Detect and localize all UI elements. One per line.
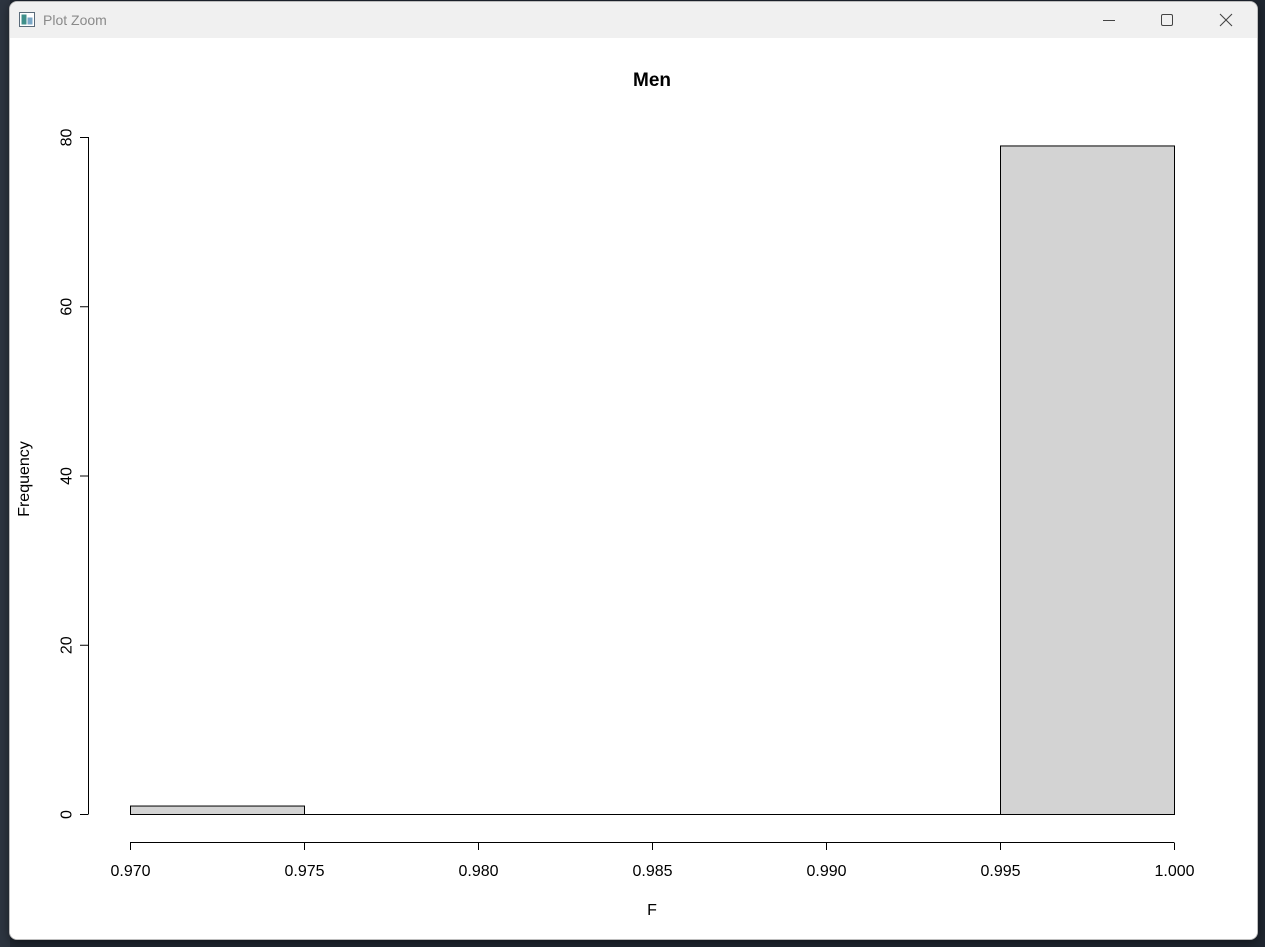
- title-bar[interactable]: Plot Zoom: [10, 2, 1257, 38]
- x-tick-label: 1.000: [1154, 863, 1194, 880]
- x-tick-label: 0.995: [980, 863, 1020, 880]
- chart-title: Men: [633, 70, 671, 91]
- y-axis: 0 20 40 60 80: [59, 129, 89, 819]
- histogram-chart: Men 020406080 0.970 0.975 0.980 0.985 0.990 0…: [16, 70, 1195, 919]
- minimize-button[interactable]: [1080, 2, 1138, 38]
- histogram-bar: [1000, 145, 1175, 815]
- close-button[interactable]: [1197, 2, 1255, 38]
- plot-zoom-window: Plot Zoom Men 0 20 40 60 80 0.970 0.975 0.980 0…: [9, 1, 1258, 940]
- x-axis: 0.970 0.975 0.980 0.985 0.990 0.995 1.000: [110, 842, 1195, 880]
- x-axis-label: F: [647, 902, 657, 919]
- x-tick-label: 0.975: [284, 863, 324, 880]
- y-tick-label: 40: [59, 467, 76, 485]
- plot-zoom-icon: [19, 12, 35, 27]
- maximize-button[interactable]: [1138, 2, 1196, 38]
- maximize-icon: [1161, 14, 1173, 26]
- x-tick-label: 0.970: [110, 863, 150, 880]
- y-tick-label: 80: [59, 129, 76, 147]
- y-tick-label: 0: [59, 810, 76, 819]
- histogram-bar: [130, 805, 305, 815]
- x-tick-label: 0.990: [806, 863, 846, 880]
- bars-layer: [130, 145, 1175, 815]
- close-icon: [1219, 13, 1233, 27]
- window-title: Plot Zoom: [43, 12, 107, 28]
- y-axis-label: Frequency: [16, 441, 33, 517]
- plot-area: Men 0 20 40 60 80 0.970 0.975 0.980 0.985 0.990 0…: [10, 38, 1257, 939]
- x-tick-label: 0.985: [632, 863, 672, 880]
- y-tick-label: 60: [59, 298, 76, 316]
- x-tick-label: 0.980: [458, 863, 498, 880]
- y-tick-label: 20: [59, 636, 76, 654]
- minimize-icon: [1103, 20, 1115, 21]
